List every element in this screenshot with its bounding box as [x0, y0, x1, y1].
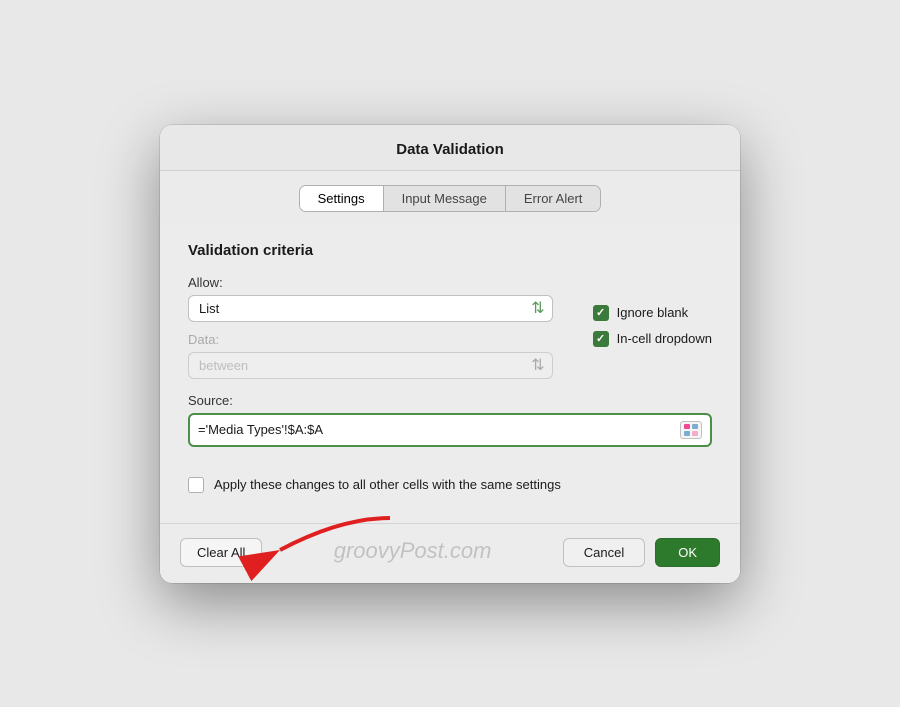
dialog-content: Validation criteria Allow: List ⇅ Data: …	[160, 222, 740, 523]
apply-changes-row[interactable]: Apply these changes to all other cells w…	[188, 477, 712, 493]
footer-center: groovyPost.com	[262, 538, 562, 566]
incell-dropdown-label: In-cell dropdown	[617, 331, 712, 346]
data-select-wrapper: between ⇅	[188, 352, 553, 379]
cancel-button[interactable]: Cancel	[563, 538, 645, 567]
section-title: Validation criteria	[188, 242, 712, 259]
apply-changes-checkbox[interactable]	[188, 477, 204, 493]
ignore-blank-row[interactable]: Ignore blank	[593, 305, 712, 321]
tab-settings[interactable]: Settings	[300, 186, 384, 211]
allow-select[interactable]: List	[188, 295, 553, 322]
tab-group: Settings Input Message Error Alert	[299, 185, 602, 212]
data-validation-dialog: Data Validation Settings Input Message E…	[160, 125, 740, 583]
tab-bar: Settings Input Message Error Alert	[160, 171, 740, 222]
ok-button[interactable]: OK	[655, 538, 720, 567]
footer-left: Clear All	[180, 538, 262, 567]
dialog-title: Data Validation	[396, 141, 504, 158]
form-left: Allow: List ⇅ Data: between ⇅	[188, 275, 553, 379]
apply-changes-label: Apply these changes to all other cells w…	[214, 477, 561, 492]
form-right: Ignore blank In-cell dropdown	[593, 275, 712, 347]
source-input-wrapper	[188, 413, 712, 447]
tab-input-message[interactable]: Input Message	[384, 186, 506, 211]
title-bar: Data Validation	[160, 125, 740, 171]
source-section: Source:	[188, 393, 712, 447]
allow-label: Allow:	[188, 275, 553, 290]
clear-all-button[interactable]: Clear All	[180, 538, 262, 567]
data-label: Data:	[188, 332, 553, 347]
data-select[interactable]: between	[188, 352, 553, 379]
ignore-blank-checkbox[interactable]	[593, 305, 609, 321]
dialog-footer: Clear All groovyPost.com Cancel	[160, 523, 740, 583]
form-row-allow: Allow: List ⇅ Data: between ⇅	[188, 275, 712, 379]
incell-dropdown-row[interactable]: In-cell dropdown	[593, 331, 712, 347]
tab-error-alert[interactable]: Error Alert	[506, 186, 601, 211]
watermark: groovyPost.com	[334, 538, 492, 564]
footer-right: Cancel OK	[563, 538, 720, 567]
incell-dropdown-checkbox[interactable]	[593, 331, 609, 347]
allow-select-wrapper: List ⇅	[188, 295, 553, 322]
source-input[interactable]	[198, 422, 674, 437]
ignore-blank-label: Ignore blank	[617, 305, 689, 320]
source-label: Source:	[188, 393, 712, 408]
range-select-icon[interactable]	[680, 421, 702, 439]
